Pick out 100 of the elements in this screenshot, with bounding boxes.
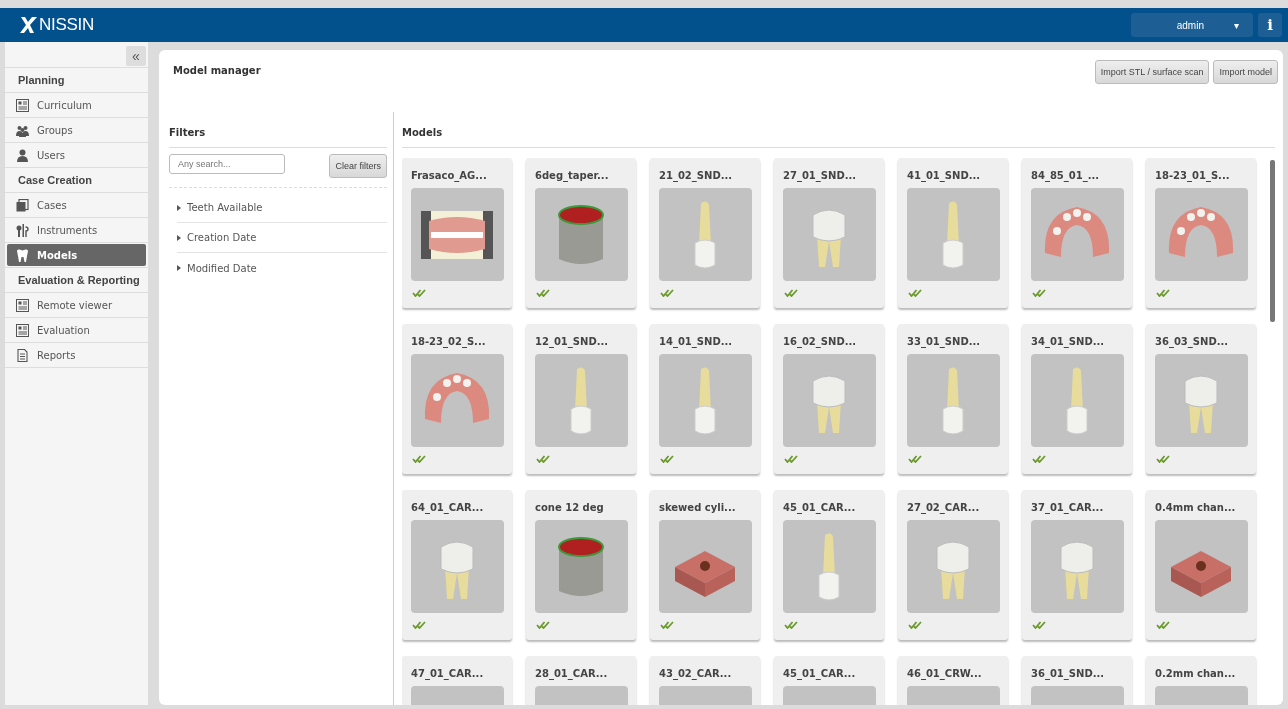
model-card[interactable]: Frasaco_AG... <box>402 158 512 308</box>
collapse-button[interactable]: « <box>126 46 146 66</box>
filter-group[interactable]: Teeth Available <box>177 193 387 223</box>
sidebar-item[interactable]: Reports <box>7 344 146 366</box>
filters-title: Filters <box>169 126 207 140</box>
tooth-model-drawing <box>694 200 716 268</box>
info-button[interactable]: i <box>1258 13 1282 37</box>
model-name: Frasaco_AG... <box>411 170 488 181</box>
scrollbar[interactable] <box>1270 160 1275 322</box>
model-name: 36_03_SND... <box>1155 336 1230 347</box>
model-card[interactable]: 18-23_01_S... <box>1146 158 1256 308</box>
model-name: 27_01_SND... <box>783 170 858 181</box>
sidebar-item[interactable]: Cases <box>7 194 146 216</box>
model-name: 21_02_SND... <box>659 170 734 181</box>
section-heading: Case Creation <box>5 168 148 193</box>
sidebar-item[interactable]: Groups <box>7 119 146 141</box>
sidebar-item[interactable]: Instruments <box>7 219 146 241</box>
tooth-model-drawing <box>694 366 716 434</box>
model-name: skewed cyli... <box>659 502 737 513</box>
model-card[interactable]: 33_01_SND... <box>898 324 1008 474</box>
filter-group[interactable]: Creation Date <box>177 223 387 253</box>
model-name: 14_01_SND... <box>659 336 734 347</box>
model-card[interactable]: 84_85_01_... <box>1022 158 1132 308</box>
model-card[interactable]: 45_01_CAR... <box>774 656 884 705</box>
model-name: cone 12 deg <box>535 502 605 513</box>
model-card[interactable]: 27_01_SND... <box>774 158 884 308</box>
model-card[interactable]: 0.4mm chan... <box>1146 490 1256 640</box>
cylinder-model-drawing <box>558 536 604 596</box>
model-name: 16_02_SND... <box>783 336 858 347</box>
brand-name: NISSIN <box>39 15 94 35</box>
tooth-icon <box>16 248 29 262</box>
model-card[interactable]: cone 12 deg <box>526 490 636 640</box>
model-name: 46_01_CRW... <box>907 668 983 679</box>
model-card[interactable]: 0.2mm chan... <box>1146 656 1256 705</box>
molar-model-drawing <box>812 209 846 267</box>
model-name: 45_01_CAR... <box>783 502 857 513</box>
model-name: 28_01_CAR... <box>535 668 609 679</box>
model-name: 41_01_SND... <box>907 170 982 181</box>
document-icon <box>16 348 29 362</box>
search-field[interactable]: Any search... <box>169 154 285 174</box>
model-card[interactable]: 45_01_CAR... <box>774 490 884 640</box>
cylinder-model-drawing <box>558 204 604 264</box>
molar-model-drawing <box>1184 375 1218 433</box>
tooth-model-drawing <box>1066 366 1088 434</box>
page-title: Model manager <box>173 65 261 78</box>
tooth-model-drawing <box>570 366 592 434</box>
import-button[interactable]: Import model <box>1213 60 1278 84</box>
model-card[interactable]: skewed cyli... <box>650 490 760 640</box>
tooth-model-drawing <box>942 200 964 268</box>
model-card[interactable]: 64_01_CAR... <box>402 490 512 640</box>
sidebar-item[interactable]: Models <box>7 244 146 266</box>
model-card[interactable]: 37_01_CAR... <box>1022 490 1132 640</box>
model-name: 18-23_02_S... <box>411 336 487 347</box>
model-name: 18-23_01_S... <box>1155 170 1231 181</box>
molar-model-drawing <box>440 541 474 599</box>
list-icon <box>16 323 29 337</box>
import-button[interactable]: Import STL / surface scan <box>1094 60 1210 84</box>
model-card[interactable]: 18-23_02_S... <box>402 324 512 474</box>
model-card[interactable]: 47_01_CAR... <box>402 656 512 705</box>
models-title: Models <box>402 112 1275 148</box>
model-card[interactable]: 34_01_SND... <box>1022 324 1132 474</box>
model-card[interactable]: 12_01_SND... <box>526 324 636 474</box>
molar-model-drawing <box>1060 541 1094 599</box>
model-card[interactable]: 41_01_SND... <box>898 158 1008 308</box>
molar-model-drawing <box>936 541 970 599</box>
model-card[interactable]: 14_01_SND... <box>650 324 760 474</box>
section-heading: Evaluation & Reporting <box>5 268 148 293</box>
jaw-model-drawing <box>1044 206 1110 257</box>
molar-model-drawing <box>812 375 846 433</box>
model-name: 84_85_01_... <box>1031 170 1101 181</box>
list-icon <box>16 98 29 112</box>
user-icon <box>16 148 29 162</box>
folder-icon <box>16 198 29 212</box>
model-name: 0.2mm chan... <box>1155 668 1237 679</box>
user-menu[interactable]: admin ▾ <box>1131 13 1253 37</box>
block-model-drawing <box>675 550 735 597</box>
block-model-drawing <box>1171 550 1231 597</box>
model-card[interactable]: 27_02_CAR... <box>898 490 1008 640</box>
model-card[interactable]: 28_01_CAR... <box>526 656 636 705</box>
model-name: 12_01_SND... <box>535 336 610 347</box>
sidebar-item[interactable]: Users <box>7 144 146 166</box>
expand-icon <box>177 265 181 271</box>
model-name: 27_02_CAR... <box>907 502 981 513</box>
model-card[interactable]: 36_03_SND... <box>1146 324 1256 474</box>
filter-group[interactable]: Modified Date <box>177 253 387 283</box>
model-card[interactable]: 16_02_SND... <box>774 324 884 474</box>
clear-filters-button[interactable]: Clear filters <box>329 154 387 178</box>
jaw-model-drawing <box>1168 206 1234 257</box>
jaw-model-drawing <box>424 372 490 423</box>
sidebar-item[interactable]: Evaluation <box>7 319 146 341</box>
group-icon <box>16 123 29 137</box>
model-card[interactable]: 21_02_SND... <box>650 158 760 308</box>
model-name: 47_01_CAR... <box>411 668 485 679</box>
expand-icon <box>177 204 181 211</box>
model-card[interactable]: 43_02_CAR... <box>650 656 760 705</box>
sidebar-item[interactable]: Remote viewer <box>7 294 146 316</box>
sidebar-item[interactable]: Curriculum <box>7 94 146 116</box>
model-card[interactable]: 36_01_SND... <box>1022 656 1132 705</box>
model-card[interactable]: 6deg_taper... <box>526 158 636 308</box>
model-card[interactable]: 46_01_CRW... <box>898 656 1008 705</box>
